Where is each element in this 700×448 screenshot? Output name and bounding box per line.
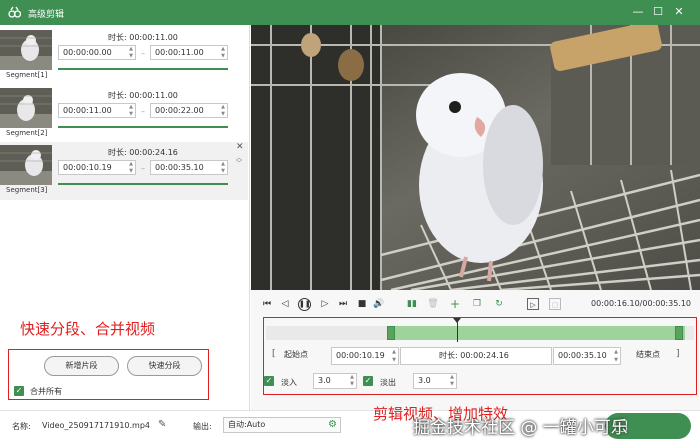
fade-in-label: 淡入: [281, 378, 297, 387]
segment-start-input[interactable]: 00:00:11.00 ▲ ▼: [58, 103, 136, 118]
spinner-icon[interactable]: ▲ ▼: [221, 161, 225, 174]
window-title: 高级剪辑: [28, 10, 65, 20]
playhead[interactable]: [457, 320, 458, 342]
mark-out-icon[interactable]: ▢: [549, 298, 561, 310]
split-icon[interactable]: ▮▮: [406, 298, 418, 310]
step-back-icon[interactable]: ◁: [279, 298, 291, 310]
volume-icon[interactable]: 🔊: [373, 298, 385, 310]
trim-range[interactable]: [388, 326, 685, 340]
output-select[interactable]: 自动:Auto ⚙: [223, 417, 341, 433]
copy-icon[interactable]: ❐: [471, 298, 483, 310]
spinner-icon[interactable]: ▲ ▼: [221, 104, 225, 117]
segment-item[interactable]: Segment[1] 时长: 00:00:11.00 00:00:00.00 ▲ ▼…: [0, 27, 248, 85]
close-button[interactable]: ✕: [673, 6, 685, 18]
pause-icon[interactable]: ❚❚: [298, 298, 311, 311]
set-start-button[interactable]: 起始点: [280, 347, 330, 365]
segment-label: Segment[2]: [6, 129, 48, 137]
end-bracket-icon: ]: [676, 349, 680, 359]
video-preview: [251, 25, 700, 290]
end-time-input[interactable]: 00:00:35.10 ▲ ▼: [553, 347, 621, 365]
spinner-icon[interactable]: ▲ ▼: [221, 46, 225, 59]
spinner-icon[interactable]: ▲ ▼: [129, 104, 133, 117]
maximize-button[interactable]: ☐: [652, 6, 664, 18]
mark-in-icon[interactable]: ▷: [527, 298, 539, 310]
playhead-marker[interactable]: [453, 318, 461, 323]
file-name: Video_250917171910.mp4: [42, 421, 150, 430]
spinner-icon[interactable]: ▲ ▼: [350, 374, 354, 388]
annotation-left: 快速分段、合并视频: [20, 320, 156, 338]
segment-item[interactable]: Segment[2] 时长: 00:00:11.00 00:00:11.00 ▲ ▼…: [0, 85, 248, 143]
skip-end-icon[interactable]: ⏭: [337, 298, 349, 310]
pencil-icon[interactable]: ✎: [158, 419, 166, 430]
trim-duration: 时长: 00:00:24.16: [400, 347, 552, 365]
add-icon[interactable]: +: [449, 298, 461, 310]
playback-time: 00:00:16.10/00:00:35.10: [591, 299, 691, 308]
segment-progress-bar: [58, 126, 228, 128]
range-separator: –: [141, 164, 145, 173]
segment-progress-bar: [58, 68, 228, 70]
spinner-icon[interactable]: ▲ ▼: [450, 374, 454, 388]
segment-item-active[interactable]: Segment[3] 时长: 00:00:24.16 00:00:10.19 ▲ ▼…: [0, 142, 248, 200]
minimize-button[interactable]: —: [632, 6, 644, 18]
segment-start-input[interactable]: 00:00:00.00 ▲ ▼: [58, 45, 136, 60]
reset-icon[interactable]: ↻: [493, 298, 505, 310]
add-segment-button[interactable]: 新增片段: [44, 356, 119, 376]
segment-duration: 时长: 00:00:11.00: [108, 91, 178, 100]
segment-end-input[interactable]: 00:00:11.00 ▲ ▼: [150, 45, 228, 60]
delete-icon[interactable]: 🗑: [427, 298, 439, 310]
trim-end-handle[interactable]: [675, 326, 683, 340]
fade-out-input[interactable]: 3.0 ▲ ▼: [413, 373, 457, 389]
step-forward-icon[interactable]: ▷: [319, 298, 331, 310]
output-label: 输出:: [193, 422, 212, 431]
spinner-icon[interactable]: ▲ ▼: [129, 46, 133, 59]
title-bar: 高级剪辑 — ☐ ✕: [0, 0, 700, 25]
segment-duration: 时长: 00:00:11.00: [108, 33, 178, 42]
watermark: 掘金技术社区 @ 一罐小可乐: [413, 418, 628, 438]
skip-start-icon[interactable]: ⏮: [261, 298, 273, 310]
segment-thumbnail: [0, 145, 52, 185]
merge-all-checkbox[interactable]: ✓: [14, 386, 24, 396]
app-logo-icon: [8, 6, 21, 18]
fade-in-checkbox[interactable]: ✓: [264, 376, 274, 386]
reorder-icon[interactable]: ︿ ﹀: [236, 156, 242, 167]
segment-duration: 时长: 00:00:24.16: [108, 148, 178, 157]
start-bracket-icon: [: [272, 349, 276, 359]
range-separator: –: [141, 107, 145, 116]
fade-out-label: 淡出: [380, 378, 396, 387]
segment-label: Segment[3]: [6, 186, 48, 194]
gear-icon[interactable]: ⚙: [328, 418, 337, 432]
spinner-icon[interactable]: ▲ ▼: [614, 348, 618, 364]
range-separator: –: [141, 49, 145, 58]
name-label: 名称:: [12, 422, 31, 431]
merge-all-label: 合并所有: [30, 387, 62, 396]
spinner-icon[interactable]: ▲ ▼: [392, 348, 396, 364]
segment-thumbnail: [0, 30, 52, 70]
fade-in-input[interactable]: 3.0 ▲ ▼: [313, 373, 357, 389]
spinner-icon[interactable]: ▲ ▼: [129, 161, 133, 174]
segment-label: Segment[1]: [6, 71, 48, 79]
segment-end-input[interactable]: 00:00:22.00 ▲ ▼: [150, 103, 228, 118]
trim-start-handle[interactable]: [387, 326, 395, 340]
stop-icon[interactable]: ■: [356, 298, 368, 310]
set-end-button[interactable]: 结束点: [622, 347, 672, 365]
segment-progress-bar: [58, 183, 228, 185]
segment-start-input[interactable]: 00:00:10.19 ▲ ▼: [58, 160, 136, 175]
quick-split-button[interactable]: 快速分段: [127, 356, 202, 376]
segment-thumbnail: [0, 88, 52, 128]
delete-segment-icon[interactable]: ✕: [236, 142, 244, 152]
segment-end-input[interactable]: 00:00:35.10 ▲ ▼: [150, 160, 228, 175]
fade-out-checkbox[interactable]: ✓: [363, 376, 373, 386]
start-time-input[interactable]: 00:00:10.19 ▲ ▼: [331, 347, 399, 365]
